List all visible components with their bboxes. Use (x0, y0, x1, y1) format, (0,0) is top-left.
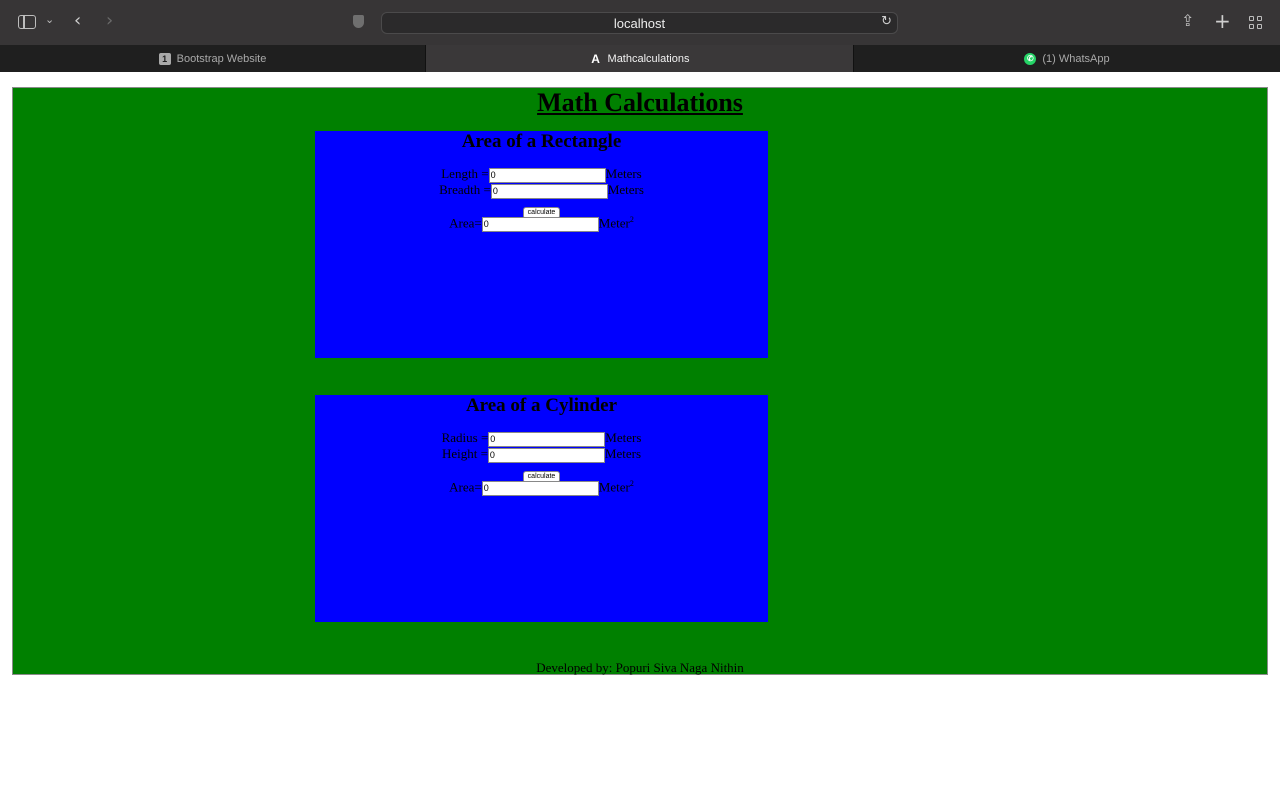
tab-label: Bootstrap Website (176, 52, 267, 65)
tab-label: Mathcalculations (607, 52, 690, 65)
whatsapp-icon: ✆ (1024, 52, 1037, 65)
area-label: Area= (449, 479, 482, 495)
cylinder-area-panel: Area of a Cylinder Radius = Meters Height… (315, 395, 768, 622)
page-title: Math Calculations (537, 88, 743, 117)
tab-whatsapp[interactable]: ✆ (1) WhatsApp (853, 45, 1280, 72)
share-icon[interactable]: ⇪ (1181, 11, 1194, 30)
tab-bar: 1 Bootstrap Website A Mathcalculations ✆… (0, 45, 1280, 72)
radius-row: Radius = Meters (315, 430, 768, 447)
address-url[interactable]: localhost (382, 16, 897, 31)
tab-badge-icon: 1 (158, 52, 171, 65)
address-bar[interactable]: localhost ↻ (381, 12, 898, 34)
height-unit: Meters (604, 446, 642, 461)
breadth-input[interactable] (490, 183, 608, 199)
new-tab-icon[interactable]: + (1214, 9, 1231, 33)
sidebar-toggle-icon[interactable] (18, 15, 36, 29)
length-unit: Meters (605, 166, 642, 181)
cylinder-area-output[interactable] (481, 480, 599, 496)
height-label: Height = (441, 446, 488, 461)
rectangle-area-output[interactable] (481, 216, 599, 232)
tab-overview-icon[interactable] (1249, 16, 1263, 30)
length-input[interactable] (488, 167, 606, 183)
angular-logo-icon: A (591, 51, 600, 66)
forward-arrow-icon[interactable]: › (106, 10, 113, 31)
reload-icon[interactable]: ↻ (881, 14, 892, 29)
breadth-row: Breadth = Meters (315, 182, 768, 199)
rectangle-area-row: Area= Meter2 (315, 215, 768, 232)
breadth-label: Breadth = (439, 182, 491, 197)
breadth-unit: Meters (607, 182, 644, 197)
page-container: Math Calculations Area of a Rectangle Le… (12, 87, 1268, 675)
area-unit: Meter (598, 215, 630, 231)
footer-credit: Developed by: Popuri Siva Naga Nithin (536, 660, 744, 675)
length-row: Length = Meters (315, 166, 768, 183)
cylinder-panel-title: Area of a Cylinder (465, 395, 618, 416)
radius-label: Radius = (441, 430, 489, 445)
radius-input[interactable] (488, 431, 606, 447)
height-input[interactable] (487, 447, 605, 463)
browser-toolbar: ⌄ ‹ › localhost ↻ ⇪ + (0, 0, 1280, 45)
rectangle-area-panel: Area of a Rectangle Length = Meters Bread… (315, 131, 768, 358)
area-unit-exponent: 2 (629, 215, 634, 224)
privacy-shield-icon[interactable] (353, 15, 364, 28)
height-row: Height = Meters (315, 446, 768, 463)
tab-mathcalculations[interactable]: A Mathcalculations (426, 45, 853, 72)
area-label: Area= (449, 215, 482, 231)
chevron-down-icon[interactable]: ⌄ (45, 13, 54, 26)
radius-unit: Meters (605, 430, 642, 445)
cylinder-area-row: Area= Meter2 (315, 479, 768, 496)
tab-label: (1) WhatsApp (1042, 52, 1110, 65)
area-unit: Meter (598, 479, 630, 495)
back-arrow-icon[interactable]: ‹ (74, 10, 81, 31)
rectangle-panel-title: Area of a Rectangle (461, 131, 622, 152)
length-label: Length = (441, 166, 489, 181)
tab-bootstrap-website[interactable]: 1 Bootstrap Website (0, 45, 426, 72)
area-unit-exponent: 2 (629, 479, 634, 488)
